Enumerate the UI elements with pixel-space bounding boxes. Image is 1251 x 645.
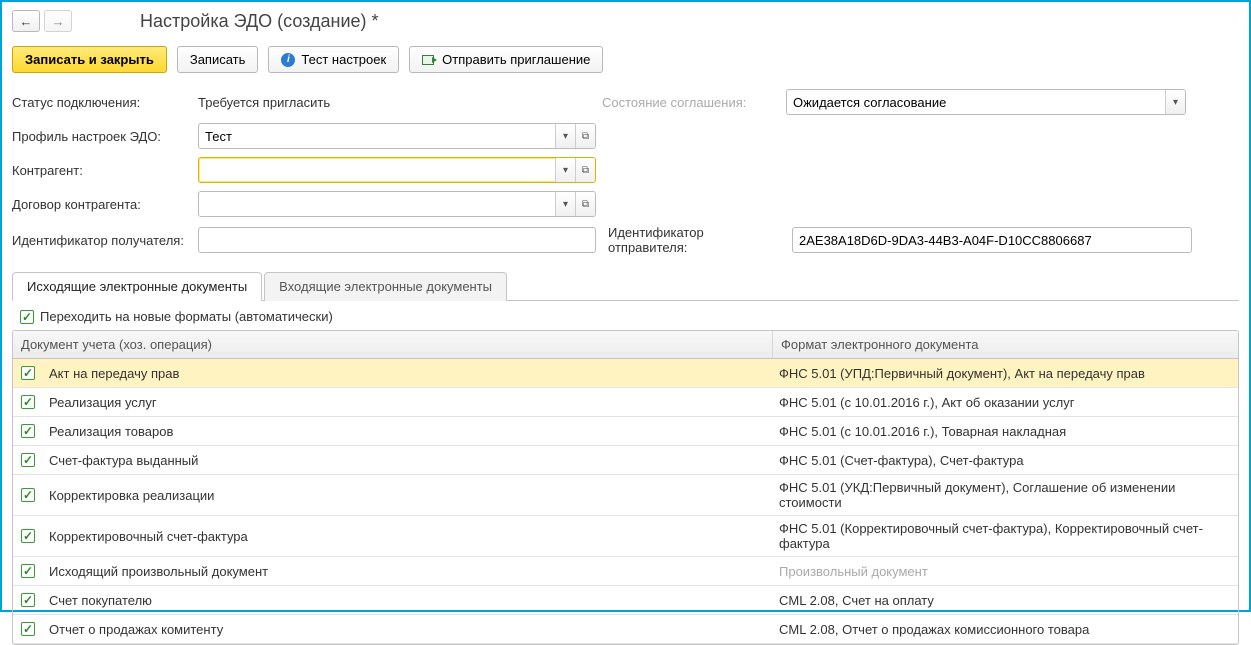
row-doc-cell: Акт на передачу прав — [43, 361, 773, 386]
tab-outgoing[interactable]: Исходящие электронные документы — [12, 272, 262, 301]
table-row[interactable]: Корректировочный счет-фактураФНС 5.01 (К… — [13, 516, 1238, 557]
save-button[interactable]: Записать — [177, 46, 259, 73]
row-format-cell: ФНС 5.01 (Корректировочный счет-фактура)… — [773, 516, 1238, 556]
grid-header-doc[interactable]: Документ учета (хоз. операция) — [13, 331, 773, 358]
status-label: Статус подключения: — [12, 95, 192, 110]
chevron-down-icon: ▾ — [563, 199, 568, 210]
row-format-cell: CML 2.08, Счет на оплату — [773, 588, 1238, 613]
auto-format-label: Переходить на новые форматы (автоматичес… — [40, 309, 333, 324]
profile-dropdown-button[interactable]: ▾ — [555, 124, 575, 148]
row-doc-cell: Счет-фактура выданный — [43, 448, 773, 473]
nav-forward-button[interactable]: → — [44, 10, 72, 32]
row-checkbox[interactable] — [21, 529, 35, 543]
grid-header-format[interactable]: Формат электронного документа — [773, 331, 1238, 358]
row-format-cell: ФНС 5.01 (УКД:Первичный документ), Согла… — [773, 475, 1238, 515]
recipient-id-input[interactable] — [198, 227, 596, 253]
test-settings-button[interactable]: i Тест настроек — [268, 46, 399, 73]
arrow-right-icon: → — [52, 14, 65, 29]
table-row[interactable]: Акт на передачу правФНС 5.01 (УПД:Первич… — [13, 359, 1238, 388]
row-doc-cell: Корректировочный счет-фактура — [43, 524, 773, 549]
status-value: Требуется пригласить — [198, 95, 596, 110]
sender-id-label: Идентификатор отправителя: — [608, 225, 778, 255]
test-settings-label: Тест настроек — [301, 52, 386, 67]
auto-format-checkbox[interactable] — [20, 310, 34, 324]
info-icon: i — [281, 53, 295, 67]
sender-id-input[interactable] — [792, 227, 1192, 253]
profile-label: Профиль настроек ЭДО: — [12, 129, 192, 144]
contractor-label: Контрагент: — [12, 163, 192, 178]
chevron-down-icon: ▾ — [563, 165, 568, 176]
row-checkbox[interactable] — [21, 453, 35, 467]
arrow-left-icon: ← — [20, 14, 33, 29]
send-invite-label: Отправить приглашение — [442, 52, 590, 67]
table-row[interactable]: Реализация услугФНС 5.01 (с 10.01.2016 г… — [13, 388, 1238, 417]
row-checkbox[interactable] — [21, 593, 35, 607]
contract-input[interactable] — [199, 192, 555, 216]
contract-open-button[interactable]: ⧉ — [575, 192, 595, 216]
row-checkbox[interactable] — [21, 395, 35, 409]
row-doc-cell: Исходящий произвольный документ — [43, 559, 773, 584]
row-format-cell: CML 2.08, Отчет о продажах комиссионного… — [773, 617, 1238, 642]
send-invite-button[interactable]: Отправить приглашение — [409, 46, 603, 73]
documents-grid: Документ учета (хоз. операция) Формат эл… — [12, 330, 1239, 645]
contract-label: Договор контрагента: — [12, 197, 192, 212]
table-row[interactable]: Реализация товаровФНС 5.01 (с 10.01.2016… — [13, 417, 1238, 446]
open-dialog-icon: ⧉ — [582, 165, 589, 176]
table-row[interactable]: Корректировка реализацииФНС 5.01 (УКД:Пе… — [13, 475, 1238, 516]
open-dialog-icon: ⧉ — [582, 199, 589, 210]
row-checkbox[interactable] — [21, 488, 35, 502]
row-format-cell: ФНС 5.01 (с 10.01.2016 г.), Акт об оказа… — [773, 390, 1238, 415]
row-checkbox[interactable] — [21, 622, 35, 636]
contractor-dropdown-button[interactable]: ▾ — [555, 158, 575, 182]
row-format-cell: Произвольный документ — [773, 559, 1238, 584]
row-doc-cell: Реализация товаров — [43, 419, 773, 444]
table-row[interactable]: Счет-фактура выданныйФНС 5.01 (Счет-факт… — [13, 446, 1238, 475]
table-row[interactable]: Отчет о продажах комитентуCML 2.08, Отче… — [13, 615, 1238, 644]
row-format-cell: ФНС 5.01 (с 10.01.2016 г.), Товарная нак… — [773, 419, 1238, 444]
agreement-state-input[interactable] — [787, 90, 1165, 114]
row-format-cell: ФНС 5.01 (Счет-фактура), Счет-фактура — [773, 448, 1238, 473]
recipient-id-label: Идентификатор получателя: — [12, 233, 192, 248]
contractor-input[interactable] — [199, 158, 555, 182]
tab-incoming[interactable]: Входящие электронные документы — [264, 272, 507, 301]
open-dialog-icon: ⧉ — [582, 131, 589, 142]
contractor-open-button[interactable]: ⧉ — [575, 158, 595, 182]
nav-back-button[interactable]: ← — [12, 10, 40, 32]
chevron-down-icon: ▾ — [563, 131, 568, 142]
page-title: Настройка ЭДО (создание) * — [140, 11, 379, 32]
row-doc-cell: Отчет о продажах комитенту — [43, 617, 773, 642]
send-icon — [422, 53, 436, 67]
save-and-close-button[interactable]: Записать и закрыть — [12, 46, 167, 73]
row-doc-cell: Реализация услуг — [43, 390, 773, 415]
chevron-down-icon: ▾ — [1173, 97, 1178, 108]
row-format-cell: ФНС 5.01 (УПД:Первичный документ), Акт н… — [773, 361, 1238, 386]
row-checkbox[interactable] — [21, 564, 35, 578]
profile-input[interactable] — [199, 124, 555, 148]
contract-dropdown-button[interactable]: ▾ — [555, 192, 575, 216]
row-checkbox[interactable] — [21, 366, 35, 380]
table-row[interactable]: Счет покупателюCML 2.08, Счет на оплату — [13, 586, 1238, 615]
agreement-label: Состояние соглашения: — [602, 95, 772, 110]
table-row[interactable]: Исходящий произвольный документПроизволь… — [13, 557, 1238, 586]
profile-open-button[interactable]: ⧉ — [575, 124, 595, 148]
row-doc-cell: Счет покупателю — [43, 588, 773, 613]
row-checkbox[interactable] — [21, 424, 35, 438]
row-doc-cell: Корректировка реализации — [43, 483, 773, 508]
agreement-dropdown-button[interactable]: ▾ — [1165, 90, 1185, 114]
